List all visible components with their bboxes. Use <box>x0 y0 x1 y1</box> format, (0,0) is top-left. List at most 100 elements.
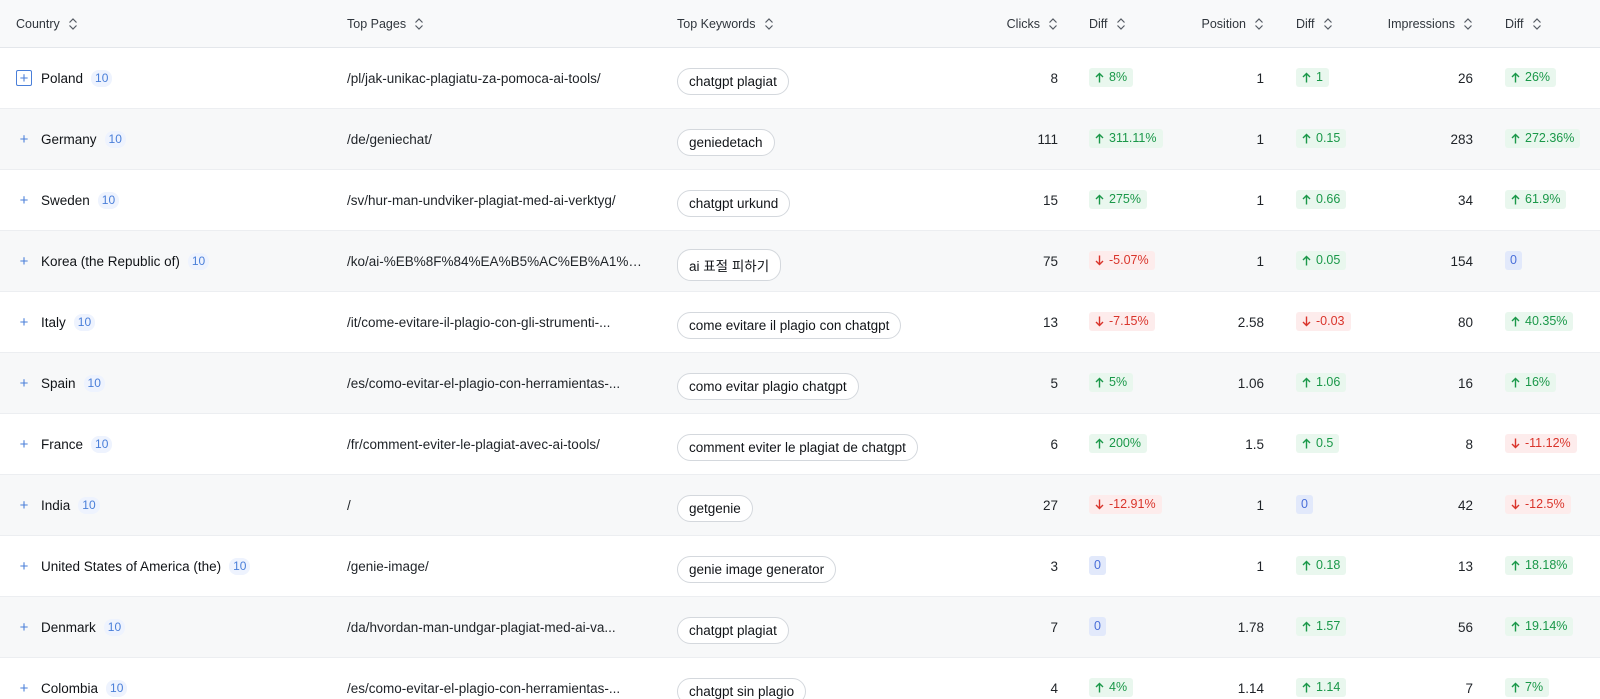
expand-plus-icon[interactable]: + <box>16 558 32 574</box>
diff-badge: 7% <box>1505 677 1550 697</box>
position-cell: 1 <box>1190 536 1264 596</box>
sort-icon[interactable] <box>1323 17 1333 31</box>
top-page-link[interactable]: /da/hvordan-man-undgar-plagiat-med-ai-va… <box>347 620 616 635</box>
position-value: 1 <box>1256 70 1264 86</box>
keyword-pill[interactable]: comment eviter le plagiat de chatgpt <box>677 434 918 461</box>
expand-plus-icon[interactable]: + <box>16 131 32 147</box>
diff-value: 0.66 <box>1316 191 1341 206</box>
top-keyword-cell: chatgpt sin plagio <box>677 658 977 699</box>
keyword-pill[interactable]: chatgpt plagiat <box>677 617 789 644</box>
top-page-link[interactable]: / <box>347 498 351 513</box>
position-diff-cell: -0.03 <box>1296 292 1376 352</box>
impressions-diff-cell: 26% <box>1505 48 1600 108</box>
top-page-link[interactable]: /sv/hur-man-undviker-plagiat-med-ai-verk… <box>347 193 616 208</box>
top-page-cell: /genie-image/ <box>347 536 652 596</box>
keyword-pill[interactable]: chatgpt plagiat <box>677 68 789 95</box>
count-badge: 10 <box>187 252 210 270</box>
position-cell: 1.78 <box>1190 597 1264 657</box>
clicks-value: 6 <box>1050 436 1058 452</box>
top-page-link[interactable]: /ko/ai-%EB%8F%84%EA%B5%AC%EB%A1%9... <box>347 254 643 269</box>
impressions-value: 42 <box>1457 497 1473 513</box>
top-page-cell: /it/come-evitare-il-plagio-con-gli-strum… <box>347 292 652 352</box>
diff-value: -12.91% <box>1109 496 1156 511</box>
clicks-cell: 27 <box>980 475 1058 535</box>
column-header-top-pages[interactable]: Top Pages <box>347 0 652 47</box>
top-page-link[interactable]: /es/como-evitar-el-plagio-con-herramient… <box>347 681 620 696</box>
top-page-link[interactable]: /pl/jak-unikac-plagiatu-za-pomoca-ai-too… <box>347 71 601 86</box>
top-page-link[interactable]: /es/como-evitar-el-plagio-con-herramient… <box>347 376 620 391</box>
arrow-up-icon <box>1302 682 1311 693</box>
sort-icon[interactable] <box>414 17 424 31</box>
column-header-clicks[interactable]: Clicks <box>980 0 1058 47</box>
top-page-link[interactable]: /fr/comment-eviter-le-plagiat-avec-ai-to… <box>347 437 600 452</box>
column-header-country[interactable]: Country <box>16 0 336 47</box>
expand-plus-icon[interactable]: + <box>16 253 32 269</box>
keyword-pill[interactable]: getgenie <box>677 495 753 522</box>
position-diff-cell: 0.15 <box>1296 109 1376 169</box>
column-header-clicks-diff[interactable]: Diff <box>1089 0 1199 47</box>
count-badge: 10 <box>106 679 128 697</box>
diff-value: 5% <box>1109 374 1128 389</box>
position-value: 1 <box>1256 253 1264 269</box>
keyword-pill[interactable]: chatgpt sin plagio <box>677 678 807 699</box>
table-row: + Italy 10/it/come-evitare-il-plagio-con-g… <box>0 292 1600 353</box>
clicks-diff-cell: 0 <box>1089 536 1199 596</box>
expand-plus-icon[interactable]: + <box>16 497 32 513</box>
arrow-up-icon <box>1511 377 1520 388</box>
column-header-label: Diff <box>1296 16 1315 31</box>
expand-plus-icon[interactable]: + <box>16 436 32 452</box>
column-header-top-keywords[interactable]: Top Keywords <box>677 0 977 47</box>
table-row: + Denmark 10/da/hvordan-man-undgar-plagiat… <box>0 597 1600 658</box>
sort-icon[interactable] <box>1048 17 1058 31</box>
arrow-up-icon <box>1511 194 1520 205</box>
column-header-impressions[interactable]: Impressions <box>1380 0 1473 47</box>
clicks-diff-cell: -5.07% <box>1089 231 1199 291</box>
impressions-value: 16 <box>1457 375 1473 391</box>
sort-icon[interactable] <box>764 17 774 31</box>
column-header-position-diff[interactable]: Diff <box>1296 0 1376 47</box>
diff-badge: 40.35% <box>1505 311 1574 331</box>
expand-plus-icon[interactable]: + <box>16 314 32 330</box>
clicks-cell: 15 <box>980 170 1058 230</box>
column-header-impressions-diff[interactable]: Diff <box>1505 0 1600 47</box>
keyword-pill[interactable]: geniedetach <box>677 129 775 156</box>
diff-badge: 5% <box>1089 372 1134 392</box>
sort-icon[interactable] <box>68 17 78 31</box>
country-performance-table: Country Top Pages Top Keywords Clicks Di… <box>0 0 1600 699</box>
table-row: + India 10/getgenie 27 -12.91% 1 0 42 -12.5% <box>0 475 1600 536</box>
top-keyword-cell: come evitare il plagio con chatgpt <box>677 292 977 352</box>
top-page-link[interactable]: /genie-image/ <box>347 559 429 574</box>
keyword-pill[interactable]: genie image generator <box>677 556 837 583</box>
impressions-cell: 56 <box>1380 597 1473 657</box>
country-name: Germany <box>41 131 97 147</box>
arrow-up-icon <box>1511 133 1520 144</box>
expand-plus-icon[interactable]: + <box>16 192 32 208</box>
diff-badge: -7.15% <box>1089 311 1155 331</box>
keyword-pill[interactable]: ai 표절 피하기 <box>677 248 782 281</box>
column-header-label: Country <box>16 16 60 31</box>
column-header-label: Position <box>1201 16 1246 31</box>
position-diff-cell: 0.05 <box>1296 231 1376 291</box>
keyword-pill[interactable]: come evitare il plagio con chatgpt <box>677 312 902 339</box>
sort-icon[interactable] <box>1463 17 1473 31</box>
country-name: Poland <box>41 70 84 86</box>
position-value: 1 <box>1256 558 1264 574</box>
top-page-link[interactable]: /it/come-evitare-il-plagio-con-gli-strum… <box>347 315 610 330</box>
keyword-pill[interactable]: chatgpt urkund <box>677 190 791 217</box>
diff-badge: 0 <box>1089 616 1106 636</box>
sort-icon[interactable] <box>1532 17 1542 31</box>
expand-plus-icon[interactable]: + <box>16 680 32 696</box>
top-page-link[interactable]: /de/geniechat/ <box>347 132 432 147</box>
country-name: Colombia <box>41 680 99 696</box>
expand-plus-icon[interactable]: + <box>16 375 32 391</box>
diff-badge: 61.9% <box>1505 189 1567 209</box>
position-cell: 2.58 <box>1190 292 1264 352</box>
sort-icon[interactable] <box>1116 17 1126 31</box>
column-header-position[interactable]: Position <box>1190 0 1264 47</box>
country-cell: + Poland 10 <box>16 48 336 108</box>
sort-icon[interactable] <box>1254 17 1264 31</box>
expand-plus-icon[interactable]: + <box>16 619 32 635</box>
expand-plus-icon[interactable]: + <box>16 70 32 86</box>
keyword-pill[interactable]: como evitar plagio chatgpt <box>677 373 859 400</box>
clicks-diff-cell: -7.15% <box>1089 292 1199 352</box>
